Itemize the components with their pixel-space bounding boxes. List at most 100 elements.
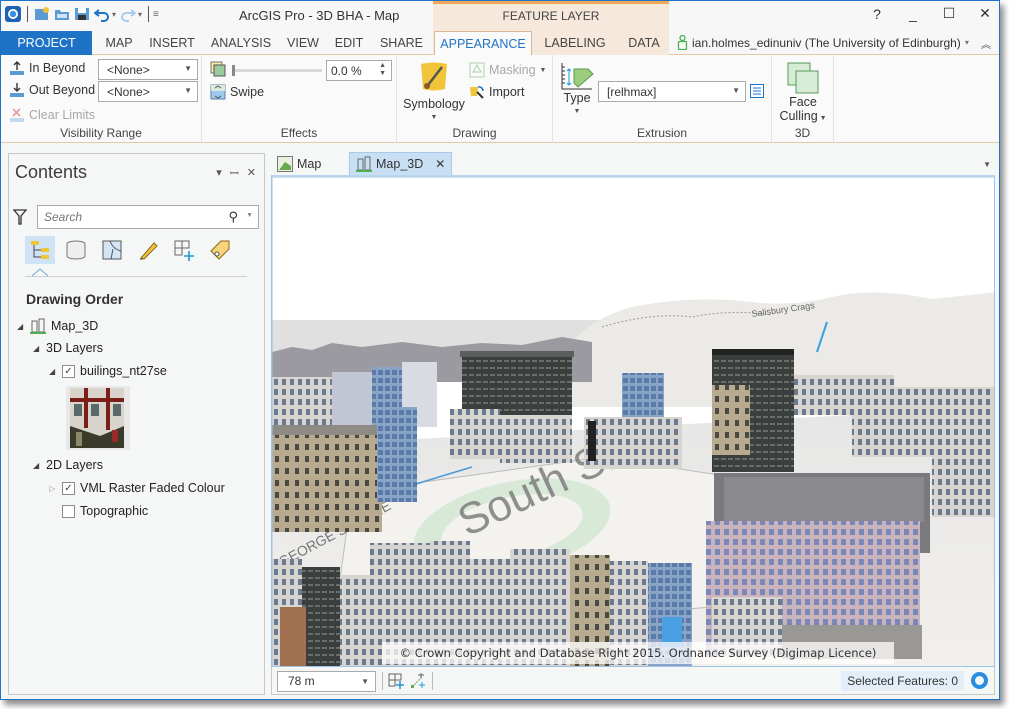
chevron-down-icon: ▼ — [361, 677, 369, 686]
search-options-icon[interactable]: ▼ — [246, 212, 253, 219]
search-box[interactable]: ⚲ ▼ — [37, 205, 259, 229]
customize-qat-icon[interactable]: ≡ — [153, 9, 159, 20]
out-beyond-button[interactable]: Out Beyond — [9, 82, 95, 98]
layer-visibility-checkbox[interactable]: ✓ — [62, 364, 75, 378]
expression-builder-icon[interactable] — [750, 84, 764, 98]
expand-triangle-icon[interactable]: ◢ — [33, 461, 41, 470]
pencil-icon — [140, 242, 158, 260]
swipe-button[interactable]: Swipe — [210, 84, 264, 100]
tab-insert[interactable]: INSERT — [143, 31, 201, 55]
swipe-label: Swipe — [230, 85, 265, 99]
arcgis-logo-icon[interactable] — [5, 6, 21, 22]
open-project-icon[interactable] — [54, 6, 70, 22]
tab-edit[interactable]: EDIT — [329, 31, 369, 55]
xy-coordinates-icon[interactable] — [410, 673, 426, 689]
slider-thumb[interactable] — [232, 65, 235, 76]
separator — [382, 672, 383, 690]
expand-triangle-icon[interactable]: ◢ — [49, 367, 57, 376]
selected-features-count[interactable]: Selected Features: 0 — [841, 671, 964, 691]
undo-icon[interactable] — [93, 6, 110, 22]
window-controls: ? _ ☐ ✕ — [869, 5, 993, 22]
list-by-snapping-tab[interactable] — [169, 236, 199, 264]
tree-item-vml-raster[interactable]: ▷ ✓ VML Raster Faded Colour — [49, 481, 225, 495]
tab-project[interactable]: PROJECT — [1, 31, 92, 55]
layer-visibility-checkbox[interactable] — [62, 504, 75, 518]
tab-labeling[interactable]: LABELING — [539, 31, 611, 55]
maximize-button[interactable]: ☐ — [941, 5, 957, 22]
tab-appearance[interactable]: APPEARANCE — [434, 31, 532, 56]
masking-button[interactable]: Masking ▼ — [469, 62, 546, 78]
out-beyond-scale-dropdown[interactable]: <None> ▼ — [98, 81, 198, 102]
user-name: ian.holmes_edinuniv (The University of E… — [692, 35, 961, 50]
in-beyond-scale-dropdown[interactable]: <None> ▼ — [98, 59, 198, 80]
ribbon: In Beyond Out Beyond Clear Limits <None>… — [1, 55, 999, 143]
tab-share[interactable]: SHARE — [374, 31, 429, 55]
tree-item-2d-layers[interactable]: ◢ 2D Layers — [33, 458, 103, 472]
in-beyond-button[interactable]: In Beyond — [9, 60, 85, 76]
section-title: Drawing Order — [26, 291, 124, 307]
symbology-button[interactable]: Symbology ▼ — [401, 61, 467, 125]
search-icon[interactable]: ⚲ — [228, 209, 238, 225]
close-pane-icon[interactable]: ✕ — [247, 166, 256, 181]
out-beyond-label: Out Beyond — [29, 83, 96, 97]
redo-icon[interactable] — [120, 6, 137, 22]
redo-dropdown-icon[interactable]: ▾ — [138, 10, 142, 19]
expand-triangle-icon[interactable]: ◢ — [33, 344, 41, 353]
collapse-triangle-icon[interactable]: ▷ — [49, 484, 57, 493]
pin-icon[interactable]: ꟷ — [230, 166, 239, 181]
list-by-drawing-order-tab[interactable] — [25, 236, 55, 264]
import-symbology-button[interactable]: Import — [469, 84, 524, 100]
tree-item-3d-layers[interactable]: ◢ 3D Layers — [33, 341, 103, 355]
expand-triangle-icon[interactable]: ◢ — [17, 322, 25, 331]
view-tab-map[interactable]: Map — [271, 152, 327, 175]
3d-scene-view[interactable]: Salisbury Crags South Side GEORGE SQUARE — [271, 175, 995, 667]
scale-dropdown[interactable]: 78 m ▼ — [277, 671, 376, 692]
close-button[interactable]: ✕ — [977, 5, 993, 22]
refresh-icon[interactable] — [971, 672, 988, 689]
user-dropdown-icon[interactable]: ▾ — [965, 38, 969, 47]
layer-symbol-thumbnail — [66, 386, 130, 450]
list-by-selection-tab[interactable] — [97, 236, 127, 264]
list-by-labeling-tab[interactable] — [205, 236, 235, 264]
search-input[interactable] — [38, 206, 218, 228]
save-project-icon[interactable] — [74, 6, 90, 22]
tab-label: Map — [297, 156, 322, 171]
new-project-icon[interactable] — [34, 6, 50, 22]
collapse-ribbon-icon[interactable]: ︽ — [981, 36, 991, 51]
drawing-order-icon — [31, 241, 49, 259]
transparency-slider[interactable] — [232, 65, 322, 76]
extrusion-type-button[interactable]: Type ▼ — [559, 61, 595, 119]
tab-analysis[interactable]: ANALYSIS — [206, 31, 276, 55]
tab-view[interactable]: VIEW — [281, 31, 325, 55]
tab-map[interactable]: MAP — [100, 31, 138, 55]
undo-dropdown-icon[interactable]: ▾ — [112, 10, 116, 19]
view-tab-map-3d[interactable]: Map_3D ✕ — [349, 152, 453, 175]
help-button[interactable]: ? — [869, 6, 885, 22]
group-label: Visibility Range — [60, 126, 142, 140]
layer-visibility-checkbox[interactable]: ✓ — [62, 481, 75, 495]
import-icon — [470, 86, 484, 99]
tree-item-buildings-layer[interactable]: ◢ ✓ builings_nt27se — [49, 364, 167, 378]
close-tab-icon[interactable]: ✕ — [435, 157, 445, 171]
extrusion-expression-dropdown[interactable]: [relhmax] ▼ — [598, 81, 746, 102]
tree-item-map-3d[interactable]: ◢ Map_3D — [17, 318, 98, 334]
minimize-button[interactable]: _ — [905, 6, 921, 22]
user-account[interactable]: ian.holmes_edinuniv (The University of E… — [677, 35, 969, 50]
snapping-toggle-icon[interactable] — [388, 673, 404, 689]
transparency-value: 0.0 % — [331, 63, 362, 78]
tree-item-topographic[interactable]: ▷ Topographic — [49, 504, 148, 518]
masking-label: Masking — [489, 63, 536, 77]
filter-icon[interactable] — [13, 209, 27, 225]
chevron-down-icon: ▼ — [184, 86, 192, 95]
list-by-editing-tab[interactable] — [133, 236, 163, 264]
clear-limits-button[interactable]: Clear Limits — [9, 107, 95, 123]
list-by-data-source-tab[interactable] — [61, 236, 91, 264]
transparency-spinner[interactable]: 0.0 % ▲ ▼ — [326, 60, 392, 81]
chevron-down-icon: ▼ — [184, 64, 192, 73]
pane-options-icon[interactable]: ▾ — [216, 166, 222, 181]
spinner-arrows-icon[interactable]: ▲ ▼ — [379, 62, 386, 78]
tab-list-dropdown-icon[interactable]: ▼ — [983, 160, 991, 169]
tab-data[interactable]: DATA — [619, 31, 669, 55]
face-culling-button[interactable]: Face Culling ▼ — [776, 61, 830, 126]
snapping-icon — [174, 240, 194, 261]
